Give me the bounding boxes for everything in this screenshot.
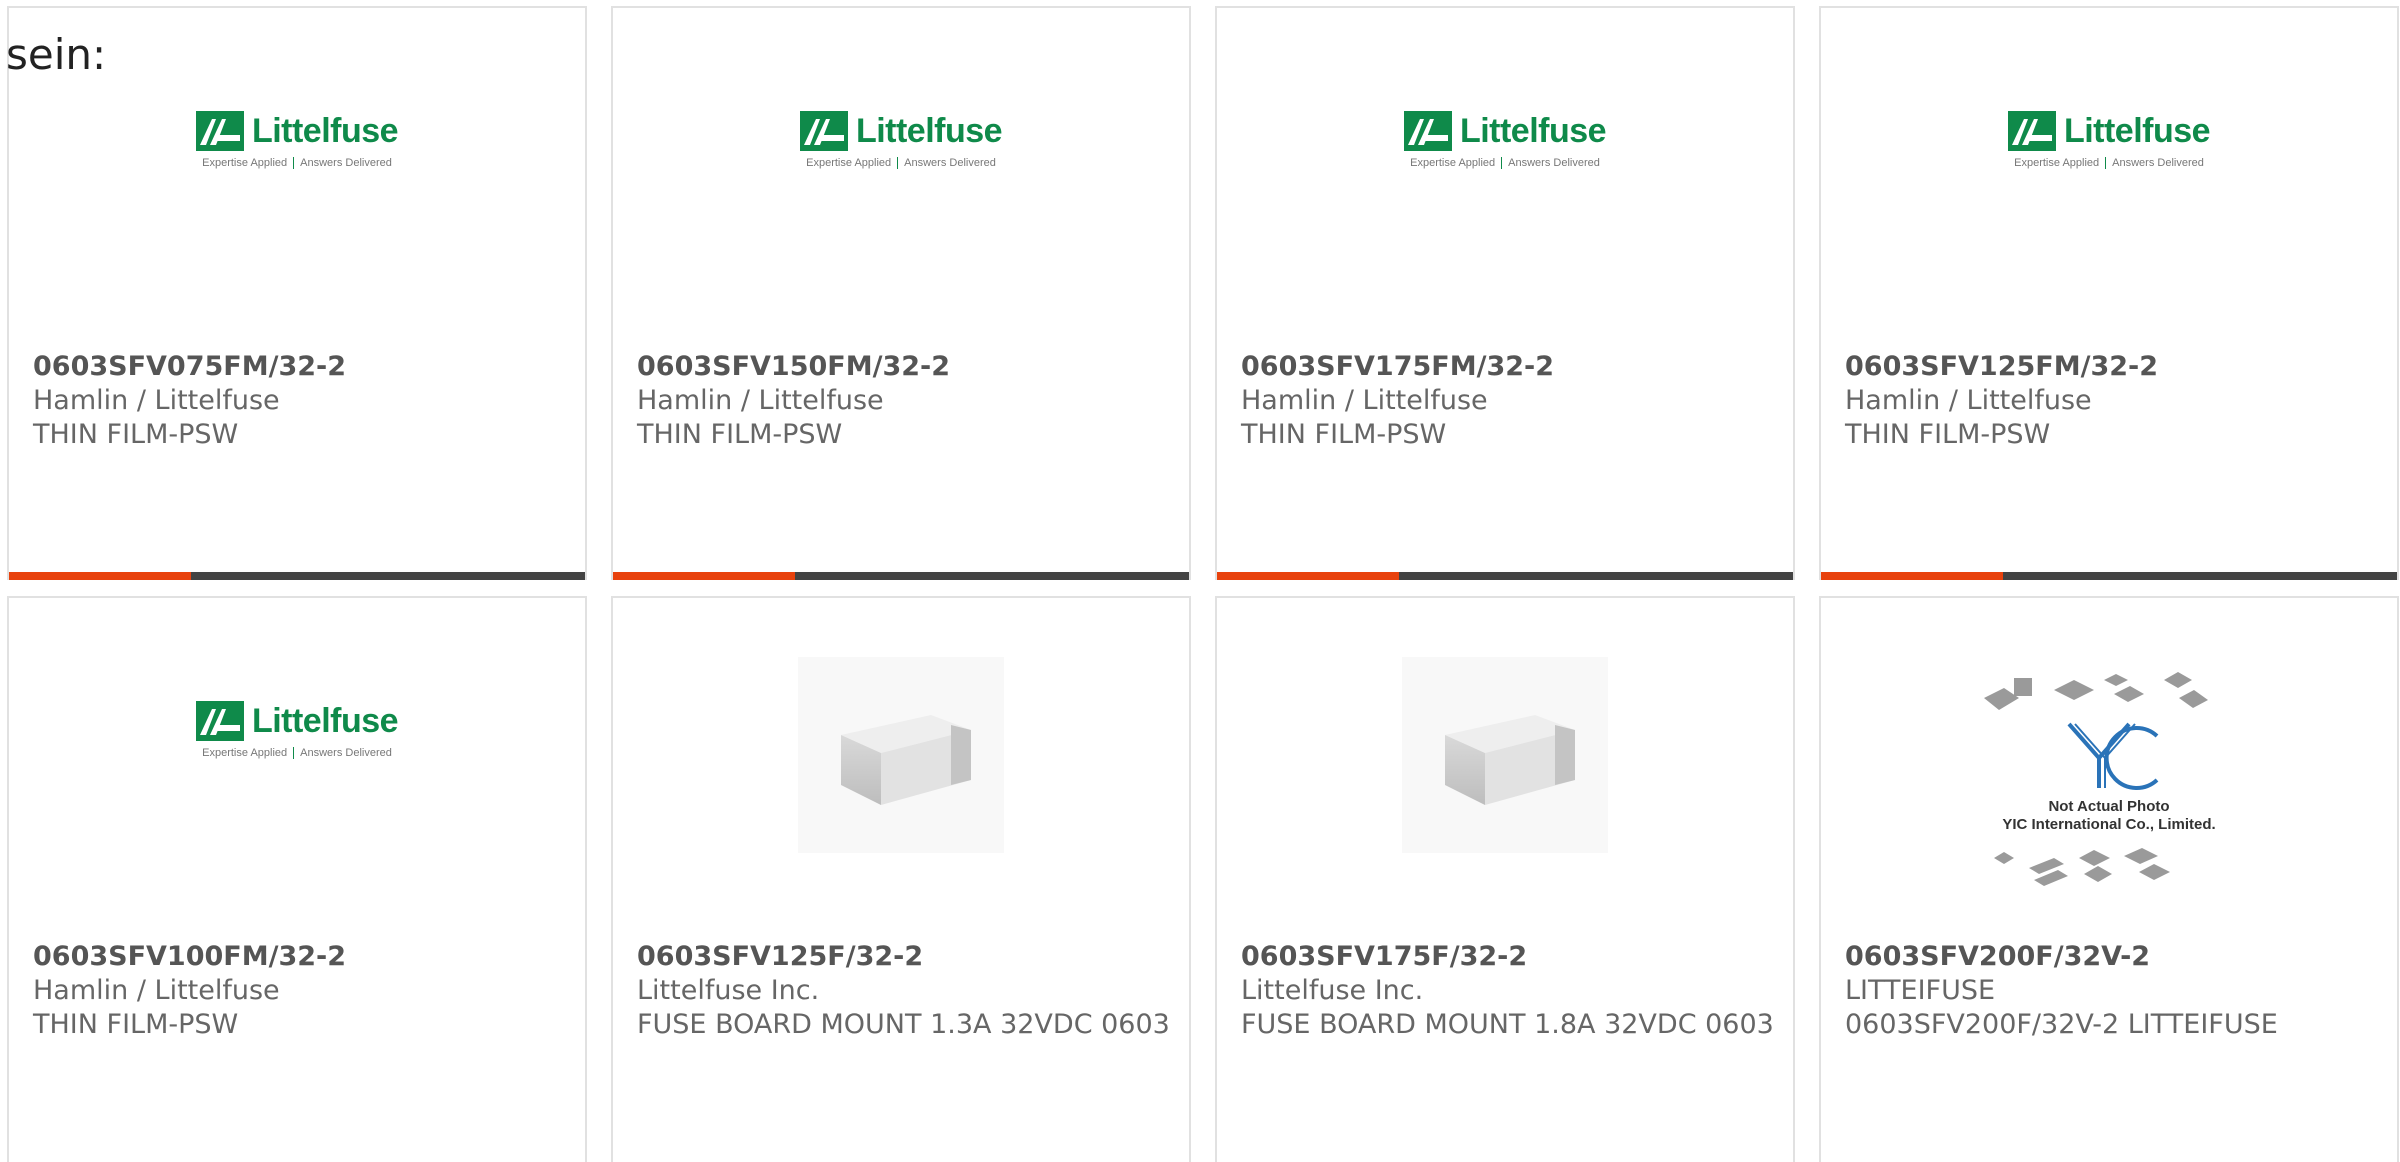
description: 0603SFV200F/32V-2 LITTEIFUSE [1845,1009,2278,1040]
logo-tagline-divider [897,157,899,169]
part-number-link[interactable]: 0603SFV200F/32V-2 [1845,940,2381,974]
manufacturer: Hamlin / Littelfuse [637,385,884,416]
logo-tagline-divider [293,747,295,759]
manufacturer: Hamlin / Littelfuse [33,385,280,416]
product-card[interactable]: Not Actual Photo YIC International Co., … [1819,596,2399,1162]
fuse-chip-icon [841,715,971,805]
manufacturer: Hamlin / Littelfuse [33,975,280,1006]
logo-tagline-right: Answers Delivered [904,157,996,169]
part-number-link[interactable]: 0603SFV175F/32-2 [1241,940,1777,974]
product-card[interactable]: 0603SFV175F/32-2 Littelfuse Inc. FUSE BO… [1215,596,1795,1162]
logo-tagline-divider [2105,157,2107,169]
product-card[interactable]: Littelfuse Expertise Applied Answers Del… [1819,6,2399,580]
product-image: Littelfuse Expertise Applied Answers Del… [9,638,585,888]
littelfuse-mark-icon [1403,111,1452,151]
littelfuse-logo: Littelfuse Expertise Applied Answers Del… [195,701,399,759]
card-bottom-bar [613,572,1189,580]
part-number-link[interactable]: 0603SFV175FM/32-2 [1241,350,1777,384]
card-bottom-bar [1821,572,2397,580]
product-card[interactable]: Littelfuse Expertise Applied Answers Del… [7,6,587,580]
card-bottom-bar [1217,572,1793,580]
chip-photo [1402,657,1608,853]
part-number-link[interactable]: 0603SFV075FM/32-2 [33,350,569,384]
product-image: Not Actual Photo YIC International Co., … [1821,638,2397,888]
littelfuse-logo: Littelfuse Expertise Applied Answers Del… [195,111,399,169]
logo-tagline-right: Answers Delivered [300,747,392,759]
product-card[interactable]: Littelfuse Expertise Applied Answers Del… [611,6,1191,580]
description: FUSE BOARD MOUNT 1.3A 32VDC 0603 [637,1009,1170,1040]
part-number-link[interactable]: 0603SFV125F/32-2 [637,940,1173,974]
logo-tagline-divider [293,157,295,169]
logo-word: Littelfuse [2063,112,2211,150]
product-grid: Littelfuse Expertise Applied Answers Del… [7,6,2400,1162]
logo-tagline-left: Expertise Applied [202,157,288,169]
description: THIN FILM-PSW [1845,419,2051,450]
littelfuse-mark-icon [195,111,244,151]
chip-photo [798,657,1004,853]
yic-logo-icon [2067,722,2159,790]
littelfuse-mark-icon [195,701,244,741]
product-image [1217,638,1793,888]
part-number-link[interactable]: 0603SFV100FM/32-2 [33,940,569,974]
logo-word: Littelfuse [1459,112,1607,150]
page: sein: Littelfuse Expertise Applied Answe… [0,0,2400,1162]
product-image: Littelfuse Expertise Applied Answers Del… [9,48,585,298]
logo-word: Littelfuse [855,112,1003,150]
littelfuse-mark-icon [799,111,848,151]
logo-tagline-right: Answers Delivered [2112,157,2204,169]
littelfuse-logo: Littelfuse Expertise Applied Answers Del… [1403,111,1607,169]
description: FUSE BOARD MOUNT 1.8A 32VDC 0603 [1241,1009,1774,1040]
logo-word: Littelfuse [251,112,399,150]
logo-tagline-left: Expertise Applied [1410,157,1496,169]
placeholder-note-line1: Not Actual Photo [2048,798,2170,815]
part-number-link[interactable]: 0603SFV150FM/32-2 [637,350,1173,384]
product-image: Littelfuse Expertise Applied Answers Del… [1821,48,2397,298]
logo-tagline-divider [1501,157,1503,169]
card-accent-bar [1821,572,2003,580]
product-card[interactable]: Littelfuse Expertise Applied Answers Del… [1215,6,1795,580]
manufacturer: Littelfuse Inc. [637,975,820,1006]
description: THIN FILM-PSW [33,419,239,450]
logo-tagline-right: Answers Delivered [1508,157,1600,169]
logo-tagline-left: Expertise Applied [806,157,892,169]
product-image: Littelfuse Expertise Applied Answers Del… [613,48,1189,298]
logo-word: Littelfuse [251,702,399,740]
manufacturer: LITTEIFUSE [1845,975,1996,1006]
card-accent-bar [9,572,191,580]
littelfuse-mark-icon [2007,111,2056,151]
product-image [613,638,1189,888]
logo-tagline-left: Expertise Applied [2014,157,2100,169]
manufacturer: Hamlin / Littelfuse [1241,385,1488,416]
prefix-text: sein: [6,30,107,79]
card-accent-bar [613,572,795,580]
logo-tagline-left: Expertise Applied [202,747,288,759]
manufacturer: Hamlin / Littelfuse [1845,385,2092,416]
card-bottom-bar [9,572,585,580]
littelfuse-logo: Littelfuse Expertise Applied Answers Del… [2007,111,2211,169]
product-card[interactable]: Littelfuse Expertise Applied Answers Del… [7,596,587,1162]
description: THIN FILM-PSW [637,419,843,450]
card-accent-bar [1217,572,1399,580]
placeholder-note-line2: YIC International Co., Limited. [2002,816,2216,833]
logo-tagline-right: Answers Delivered [300,157,392,169]
manufacturer: Littelfuse Inc. [1241,975,1424,1006]
yic-placeholder-image: Not Actual Photo YIC International Co., … [1974,658,2244,908]
description: THIN FILM-PSW [1241,419,1447,450]
part-number-link[interactable]: 0603SFV125FM/32-2 [1845,350,2381,384]
product-image: Littelfuse Expertise Applied Answers Del… [1217,48,1793,298]
littelfuse-logo: Littelfuse Expertise Applied Answers Del… [799,111,1003,169]
fuse-chip-icon [1445,715,1575,805]
product-card[interactable]: 0603SFV125F/32-2 Littelfuse Inc. FUSE BO… [611,596,1191,1162]
description: THIN FILM-PSW [33,1009,239,1040]
